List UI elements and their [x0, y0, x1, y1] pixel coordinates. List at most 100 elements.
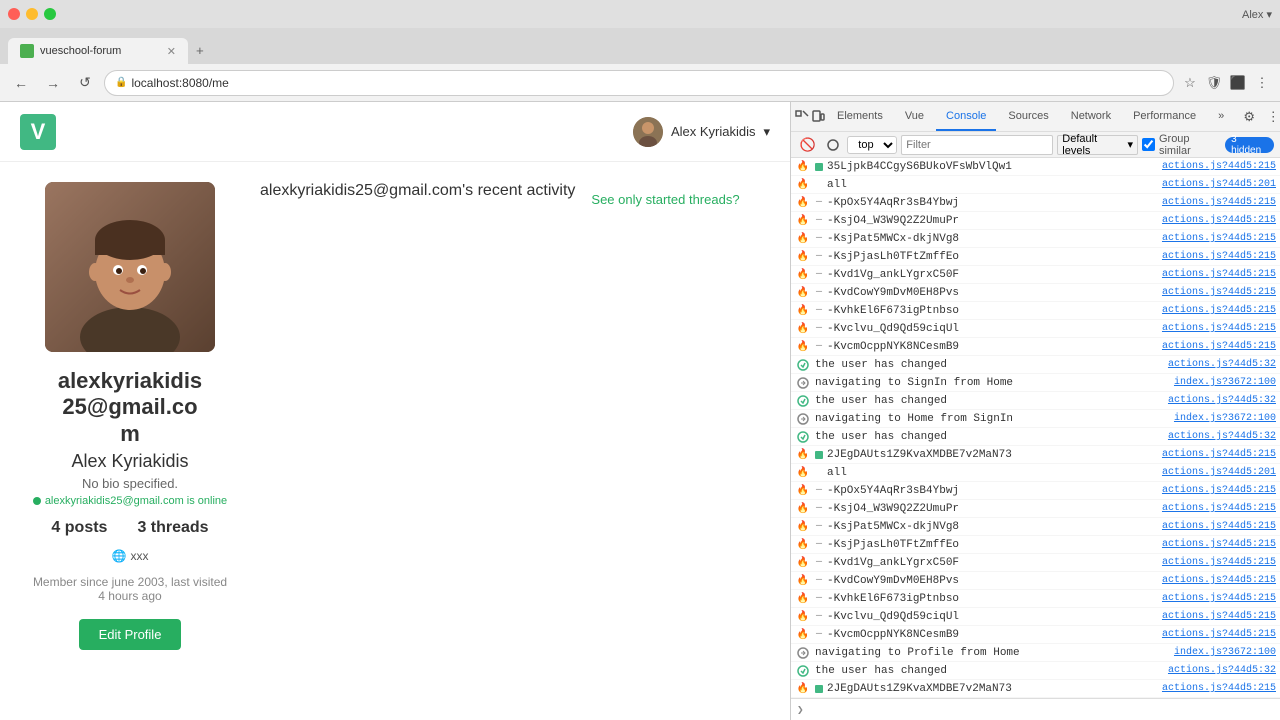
console-text: -KvdCowY9mDvM0EH8Pvs: [827, 575, 1158, 587]
see-only-threads-link[interactable]: See only started threads?: [591, 192, 739, 207]
extensions-icon[interactable]: ⬛: [1228, 73, 1248, 93]
console-row: 🔥—-KsjPat5MWCx-dkjNVg8actions.js?44d5:21…: [791, 230, 1280, 248]
user-menu[interactable]: Alex Kyriakidis ▾: [633, 117, 770, 147]
console-source-link[interactable]: index.js?3672:100: [1174, 377, 1276, 388]
link-text[interactable]: xxx: [130, 549, 148, 563]
console-source-link[interactable]: actions.js?44d5:215: [1162, 233, 1276, 244]
group-similar-checkbox[interactable]: Group similar: [1142, 133, 1221, 157]
tab-close-icon[interactable]: ✕: [167, 45, 176, 58]
group-similar-input[interactable]: [1142, 138, 1155, 151]
console-source-link[interactable]: actions.js?44d5:215: [1162, 449, 1276, 460]
console-source-link[interactable]: actions.js?44d5:215: [1162, 557, 1276, 568]
console-source-link[interactable]: actions.js?44d5:215: [1162, 575, 1276, 586]
address-bar[interactable]: 🔒 localhost:8080/me: [104, 70, 1174, 96]
console-source-link[interactable]: index.js?3672:100: [1174, 647, 1276, 658]
site-logo[interactable]: V: [20, 114, 56, 150]
fire-icon: 🔥: [795, 233, 811, 245]
console-source-link[interactable]: actions.js?44d5:215: [1162, 215, 1276, 226]
console-source-link[interactable]: actions.js?44d5:215: [1162, 287, 1276, 298]
console-source-link[interactable]: actions.js?44d5:215: [1162, 539, 1276, 550]
console-prompt[interactable]: ❯: [791, 698, 1280, 720]
settings-icon[interactable]: ⚙: [1238, 106, 1260, 128]
dash-icon: —: [815, 343, 823, 351]
fire-icon: 🔥: [795, 467, 811, 479]
browser-chrome: Alex ▾ vueschool-forum ✕ + ← → ↺ 🔒 local…: [0, 0, 1280, 102]
back-button[interactable]: ←: [8, 70, 34, 96]
console-text: -Kvclvu_Qd9Qd59ciqUl: [827, 323, 1158, 335]
console-source-link[interactable]: actions.js?44d5:215: [1162, 629, 1276, 640]
tab-console[interactable]: Console: [936, 102, 996, 131]
dash-icon: —: [815, 613, 823, 621]
tab-title: vueschool-forum: [40, 45, 121, 57]
edit-profile-button[interactable]: Edit Profile: [79, 619, 182, 650]
inspect-element-button[interactable]: [795, 106, 809, 128]
vuex-icon: [795, 395, 811, 407]
console-source-link[interactable]: actions.js?44d5:32: [1168, 395, 1276, 406]
vuex-icon: [795, 665, 811, 677]
console-source-link[interactable]: actions.js?44d5:215: [1162, 683, 1276, 694]
console-row: 🔥—-Kvd1Vg_ankLYgrxC50Factions.js?44d5:21…: [791, 266, 1280, 284]
tab-sources[interactable]: Sources: [998, 102, 1058, 131]
close-button[interactable]: [8, 8, 20, 20]
tab-vue[interactable]: Vue: [895, 102, 934, 131]
tab-performance[interactable]: Performance: [1123, 102, 1206, 131]
shield-icon[interactable]: 🛡: [1204, 73, 1224, 93]
prompt-arrow: ❯: [797, 703, 804, 716]
dash-icon: —: [815, 487, 823, 495]
console-source-link[interactable]: actions.js?44d5:215: [1162, 323, 1276, 334]
maximize-button[interactable]: [44, 8, 56, 20]
online-text: alexkyriakidis25@gmail.com is online: [45, 495, 227, 507]
bookmark-icon[interactable]: ☆: [1180, 73, 1200, 93]
console-source-link[interactable]: actions.js?44d5:215: [1162, 593, 1276, 604]
tab-bar: vueschool-forum ✕ +: [0, 28, 1280, 64]
console-source-link[interactable]: actions.js?44d5:201: [1162, 467, 1276, 478]
console-source-link[interactable]: actions.js?44d5:215: [1162, 611, 1276, 622]
minimize-button[interactable]: [26, 8, 38, 20]
console-source-link[interactable]: actions.js?44d5:32: [1168, 359, 1276, 370]
console-source-link[interactable]: actions.js?44d5:201: [1162, 179, 1276, 190]
device-toolbar-button[interactable]: [811, 106, 825, 128]
console-source-link[interactable]: actions.js?44d5:215: [1162, 503, 1276, 514]
console-row: 🔥—-KpOx5Y4AqRr3sB4Ybwjactions.js?44d5:21…: [791, 194, 1280, 212]
console-source-link[interactable]: actions.js?44d5:215: [1162, 521, 1276, 532]
console-text: navigating to SignIn from Home: [815, 377, 1170, 389]
filter-input[interactable]: [901, 135, 1053, 155]
console-source-link[interactable]: actions.js?44d5:215: [1162, 161, 1276, 172]
dash-icon: —: [815, 271, 823, 279]
console-source-link[interactable]: index.js?3672:100: [1174, 413, 1276, 424]
console-source-link[interactable]: actions.js?44d5:215: [1162, 251, 1276, 262]
console-source-link[interactable]: actions.js?44d5:215: [1162, 485, 1276, 496]
console-source-link[interactable]: actions.js?44d5:215: [1162, 269, 1276, 280]
console-source-link[interactable]: actions.js?44d5:215: [1162, 305, 1276, 316]
refresh-button[interactable]: ↺: [72, 70, 98, 96]
console-row: 🔥—-KpOx5Y4AqRr3sB4Ybwjactions.js?44d5:21…: [791, 482, 1280, 500]
website-panel: V Alex Kyriakidis ▾: [0, 102, 790, 720]
console-row: 🔥—-KsjPjasLh0TFtZmffEoactions.js?44d5:21…: [791, 536, 1280, 554]
tab-more[interactable]: »: [1208, 102, 1234, 131]
console-row: 🔥—-KsjO4_W3W9Q2Z2UmuPractions.js?44d5:21…: [791, 500, 1280, 518]
active-tab[interactable]: vueschool-forum ✕: [8, 38, 188, 64]
console-source-link[interactable]: actions.js?44d5:32: [1168, 431, 1276, 442]
console-row: 🔥—-Kvd1Vg_ankLYgrxC50Factions.js?44d5:21…: [791, 554, 1280, 572]
firebase-square-icon: [815, 451, 823, 459]
clear-console-button[interactable]: 🚫: [797, 134, 818, 156]
console-row: 🔥—-KsjPjasLh0TFtZmffEoactions.js?44d5:21…: [791, 248, 1280, 266]
default-levels-dropdown[interactable]: Default levels ▾: [1057, 135, 1138, 155]
more-options-icon[interactable]: ⋮: [1262, 106, 1280, 128]
console-source-link[interactable]: actions.js?44d5:215: [1162, 341, 1276, 352]
dash-icon: —: [815, 307, 823, 315]
posts-count: 4 posts: [51, 519, 107, 537]
context-selector[interactable]: top: [847, 136, 897, 154]
preserve-log-button[interactable]: [822, 134, 843, 156]
tab-network[interactable]: Network: [1061, 102, 1121, 131]
new-tab-button[interactable]: +: [188, 37, 212, 64]
logo-letter: V: [31, 119, 46, 145]
console-source-link[interactable]: actions.js?44d5:32: [1168, 665, 1276, 676]
forward-button[interactable]: →: [40, 70, 66, 96]
profile-sidebar: alexkyriakidis25@gmail.com Alex Kyriakid…: [20, 182, 240, 700]
console-row: 🔥—-KvhkEl6F673igPtnbsoactions.js?44d5:21…: [791, 302, 1280, 320]
menu-icon[interactable]: ⋮: [1252, 73, 1272, 93]
router-icon: [795, 413, 811, 425]
console-source-link[interactable]: actions.js?44d5:215: [1162, 197, 1276, 208]
tab-elements[interactable]: Elements: [827, 102, 893, 131]
